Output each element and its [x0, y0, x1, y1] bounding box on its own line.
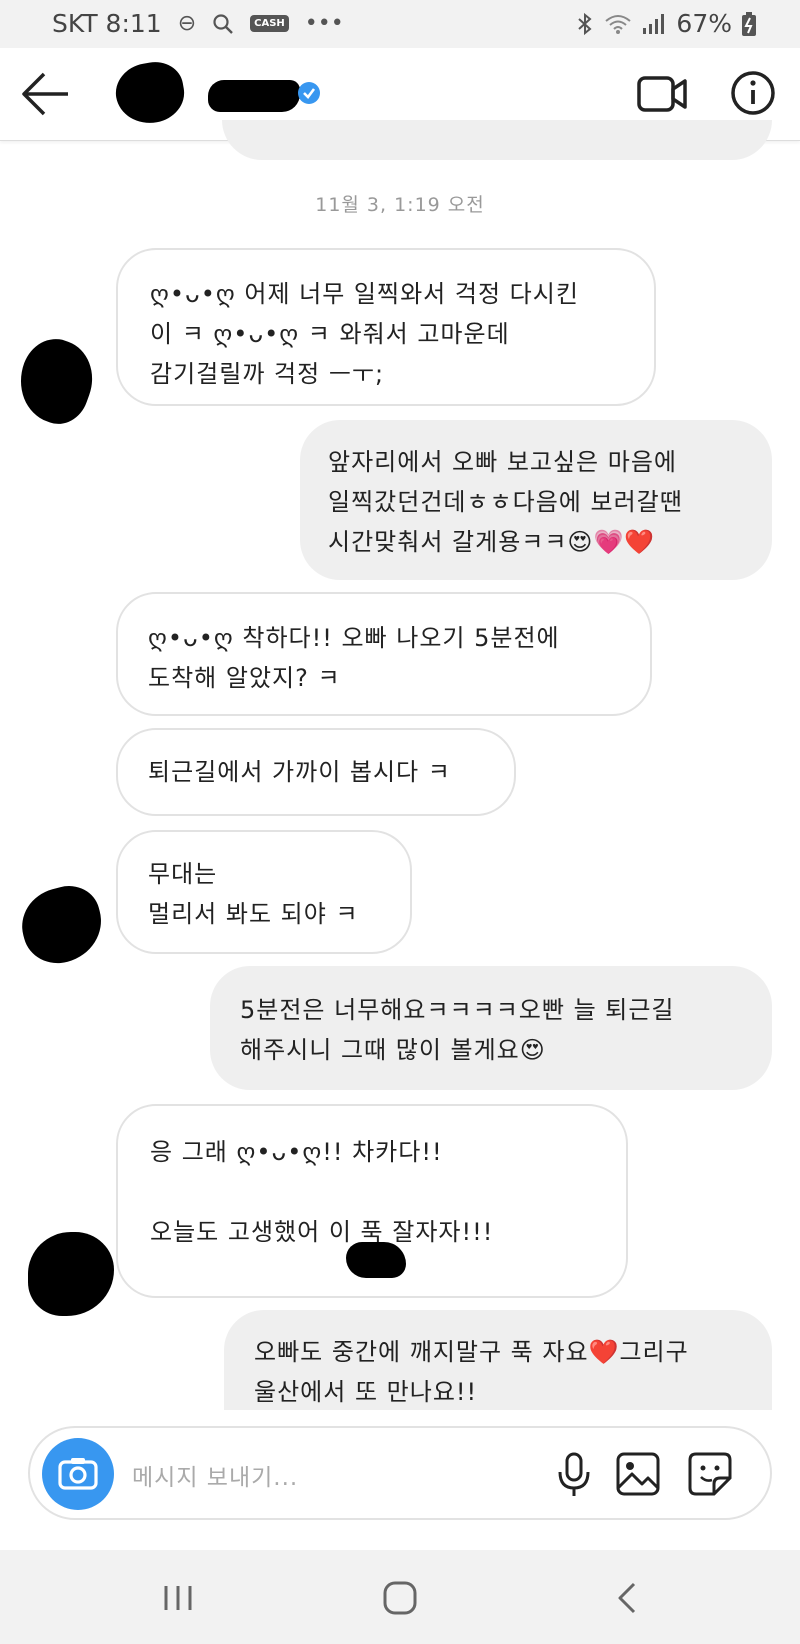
wifi-icon: [605, 14, 632, 34]
battery-percent: 67%: [676, 9, 732, 38]
camera-icon: [58, 1458, 98, 1490]
android-nav-bar: [0, 1550, 800, 1644]
video-call-icon[interactable]: [636, 72, 688, 116]
recent-apps-icon[interactable]: [158, 1578, 198, 1618]
message-composer: 메시지 보내기...: [28, 1426, 772, 1520]
previous-message-bubble: [222, 120, 772, 160]
signal-icon: [643, 13, 665, 34]
sender-avatar: [28, 1232, 114, 1316]
info-icon[interactable]: [730, 70, 776, 116]
minus-circle-icon: ⊖: [177, 11, 197, 36]
avatar[interactable]: [111, 57, 189, 129]
home-icon[interactable]: [380, 1578, 420, 1618]
status-carrier-time: SKT 8:11: [52, 9, 162, 38]
message-bubble-incoming[interactable]: 퇴근길에서 가까이 봅시다 ㅋ: [116, 728, 516, 816]
status-right: 67%: [576, 9, 756, 38]
verified-badge-icon: [298, 82, 320, 104]
message-bubble-incoming[interactable]: ღ•ᴗ•ღ 어제 너무 일찍와서 걱정 다시킨 이 ㅋ ღ•ᴗ•ღ ㅋ 와줘서 …: [116, 248, 656, 406]
status-left: SKT 8:11 ⊖ CASH •••: [52, 9, 344, 38]
contact-name-redacted[interactable]: [208, 80, 300, 112]
sticker-icon[interactable]: [686, 1450, 734, 1498]
message-bubble-outgoing[interactable]: 오빠도 중간에 깨지말구 푹 자요❤️그리구 울산에서 또 만나요!!: [224, 1310, 772, 1410]
gallery-icon[interactable]: [614, 1450, 662, 1498]
microphone-icon[interactable]: [550, 1450, 598, 1498]
message-input[interactable]: 메시지 보내기...: [132, 1458, 298, 1492]
sender-avatar: [13, 878, 111, 972]
message-bubble-outgoing[interactable]: 앞자리에서 오빠 보고싶은 마음에 일찍갔던건데ㅎㅎ다음에 보러갈땐 시간맞춰서…: [300, 420, 772, 580]
message-timestamp: 11월 3, 1:19 오전: [315, 194, 485, 216]
search-icon: [213, 13, 233, 34]
back-icon[interactable]: [608, 1578, 648, 1618]
cash-icon: CASH: [250, 15, 289, 32]
bluetooth-icon: [578, 12, 592, 35]
clock: 8:11: [105, 9, 162, 38]
camera-button[interactable]: [42, 1438, 114, 1510]
battery-charging-icon: [742, 11, 756, 36]
message-bubble-outgoing[interactable]: 5분전은 너무해요ㅋㅋㅋㅋ오빤 늘 퇴근길 해주시니 그때 많이 볼게요😍: [210, 966, 772, 1090]
message-bubble-incoming[interactable]: 무대는 멀리서 봐도 되야 ㅋ: [116, 830, 412, 954]
sender-avatar: [8, 330, 104, 432]
message-bubble-incoming[interactable]: ღ•ᴗ•ღ 착하다!! 오빠 나오기 5분전에 도착해 알았지? ㅋ: [116, 592, 652, 716]
redacted-name: [346, 1242, 406, 1278]
carrier-label: SKT: [52, 9, 98, 38]
status-bar: SKT 8:11 ⊖ CASH ••• 67%: [0, 0, 800, 48]
more-dots-icon: •••: [304, 11, 344, 36]
back-arrow-icon[interactable]: [20, 70, 72, 118]
